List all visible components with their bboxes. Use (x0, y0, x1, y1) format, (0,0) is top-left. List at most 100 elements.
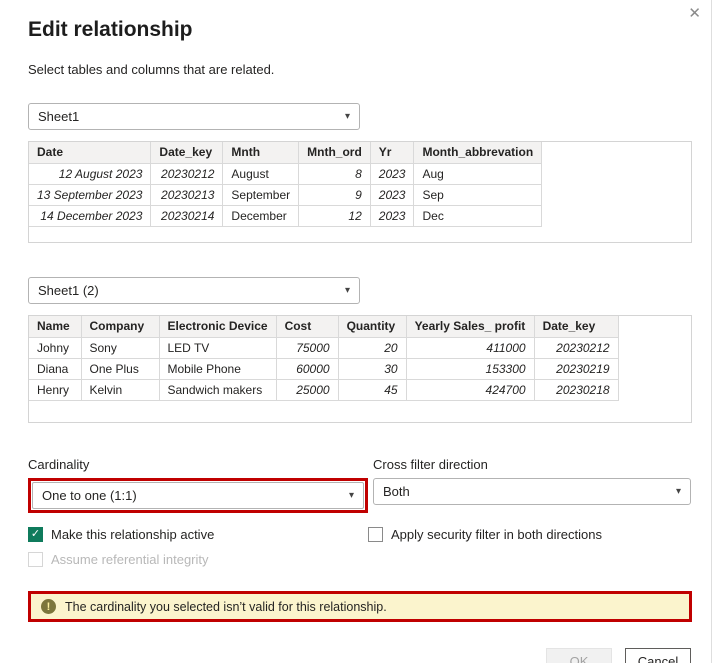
table-cell[interactable]: 12 August 2023 (29, 163, 151, 184)
table-cell[interactable]: September (223, 184, 299, 205)
table2-selector[interactable]: Sheet1 (2) ▾ (28, 277, 360, 304)
table-row: DianaOne PlusMobile Phone600003015330020… (29, 358, 618, 379)
cardinality-highlight: One to one (1:1) ▾ (28, 478, 368, 513)
ok-button[interactable]: OK (546, 648, 612, 663)
table-cell[interactable]: 20230212 (534, 337, 618, 358)
table-cell[interactable]: 9 (299, 184, 371, 205)
table-cell[interactable]: Johny (29, 337, 81, 358)
table-cell[interactable]: 153300 (406, 358, 534, 379)
table1-grid: DateDate_keyMnthMnth_ordYrMonth_abbrevat… (29, 142, 542, 227)
dialog-footer: OK Cancel (28, 648, 691, 663)
table-cell[interactable]: 20230213 (151, 184, 223, 205)
column-header[interactable]: Company (81, 316, 159, 337)
warning-icon: ! (41, 599, 56, 614)
chevron-down-icon: ▾ (345, 111, 350, 122)
table2-grid: NameCompanyElectronic DeviceCostQuantity… (29, 316, 619, 401)
table-cell[interactable]: 25000 (276, 379, 338, 400)
table-cell[interactable]: 2023 (370, 184, 414, 205)
table-row: 13 September 202320230213September92023S… (29, 184, 542, 205)
table-cell[interactable]: Aug (414, 163, 542, 184)
table-cell[interactable]: Dec (414, 205, 542, 226)
dialog-subtitle: Select tables and columns that are relat… (28, 62, 691, 77)
table-cell[interactable]: Diana (29, 358, 81, 379)
warning-text: The cardinality you selected isn’t valid… (65, 600, 387, 614)
checkbox-make-active[interactable]: ✓ Make this relationship active (28, 527, 368, 542)
header-row: DateDate_keyMnthMnth_ordYrMonth_abbrevat… (29, 142, 542, 163)
column-header[interactable]: Yearly Sales_ profit (406, 316, 534, 337)
close-icon[interactable]: ✕ (684, 2, 705, 24)
checkbox-icon[interactable]: ✓ (368, 527, 383, 542)
chevron-down-icon: ▾ (345, 285, 350, 296)
table-cell[interactable]: Sony (81, 337, 159, 358)
check-icon: ✓ (31, 529, 40, 540)
column-header[interactable]: Quantity (338, 316, 406, 337)
table-cell[interactable]: 13 September 2023 (29, 184, 151, 205)
table-cell[interactable]: Mobile Phone (159, 358, 276, 379)
cross-filter-value: Both (383, 484, 410, 499)
column-header[interactable]: Electronic Device (159, 316, 276, 337)
table1-selector[interactable]: Sheet1 ▾ (28, 103, 360, 130)
table-cell[interactable]: 20230218 (534, 379, 618, 400)
checkbox-icon[interactable]: ✓ (28, 527, 43, 542)
table-cell[interactable]: 14 December 2023 (29, 205, 151, 226)
chevron-down-icon: ▾ (349, 490, 354, 501)
table-cell[interactable]: 8 (299, 163, 371, 184)
table-cell[interactable]: LED TV (159, 337, 276, 358)
table-cell[interactable]: 2023 (370, 163, 414, 184)
table2-selector-value: Sheet1 (2) (38, 283, 99, 298)
cardinality-label: Cardinality (28, 457, 373, 472)
table-row: HenryKelvinSandwich makers25000454247002… (29, 379, 618, 400)
checkbox-section: ✓ Make this relationship active ✓ Apply … (28, 527, 691, 567)
table-cell[interactable]: Sandwich makers (159, 379, 276, 400)
checkbox-label: Make this relationship active (51, 527, 214, 542)
table-row: 14 December 202320230214December122023De… (29, 205, 542, 226)
table-cell[interactable]: Sep (414, 184, 542, 205)
checkbox-label: Assume referential integrity (51, 552, 209, 567)
cross-filter-dropdown[interactable]: Both ▾ (373, 478, 691, 505)
column-header[interactable]: Date_key (534, 316, 618, 337)
table1-preview: DateDate_keyMnthMnth_ordYrMonth_abbrevat… (28, 141, 692, 243)
checkbox-referential-integrity: ✓ Assume referential integrity (28, 552, 691, 567)
table-cell[interactable]: 424700 (406, 379, 534, 400)
column-header[interactable]: Month_abbrevation (414, 142, 542, 163)
column-header[interactable]: Date_key (151, 142, 223, 163)
table2-preview: NameCompanyElectronic DeviceCostQuantity… (28, 315, 692, 423)
checkbox-icon: ✓ (28, 552, 43, 567)
checkbox-label: Apply security filter in both directions (391, 527, 602, 542)
header-row: NameCompanyElectronic DeviceCostQuantity… (29, 316, 618, 337)
edit-relationship-dialog: ✕ Edit relationship Select tables and co… (0, 0, 712, 663)
table-cell[interactable]: August (223, 163, 299, 184)
table-cell[interactable]: 20230214 (151, 205, 223, 226)
relationship-options: Cardinality One to one (1:1) ▾ Cross fil… (28, 457, 691, 513)
table-row: JohnySonyLED TV750002041100020230212 (29, 337, 618, 358)
table-cell[interactable]: 12 (299, 205, 371, 226)
table-cell[interactable]: December (223, 205, 299, 226)
column-header[interactable]: Name (29, 316, 81, 337)
table-cell[interactable]: 45 (338, 379, 406, 400)
column-header[interactable]: Mnth_ord (299, 142, 371, 163)
cardinality-value: One to one (1:1) (42, 488, 137, 503)
table-cell[interactable]: Kelvin (81, 379, 159, 400)
warning-highlight: ! The cardinality you selected isn’t val… (28, 591, 692, 622)
table-cell[interactable]: Henry (29, 379, 81, 400)
table-cell[interactable]: 75000 (276, 337, 338, 358)
table-cell[interactable]: 60000 (276, 358, 338, 379)
column-header[interactable]: Yr (370, 142, 414, 163)
table-cell[interactable]: 20230219 (534, 358, 618, 379)
table1-selector-value: Sheet1 (38, 109, 79, 124)
table-cell[interactable]: One Plus (81, 358, 159, 379)
checkbox-security-filter[interactable]: ✓ Apply security filter in both directio… (368, 527, 602, 542)
table-cell[interactable]: 20230212 (151, 163, 223, 184)
table-row: 12 August 202320230212August82023Aug (29, 163, 542, 184)
column-header[interactable]: Cost (276, 316, 338, 337)
table-cell[interactable]: 2023 (370, 205, 414, 226)
table-cell[interactable]: 30 (338, 358, 406, 379)
table-cell[interactable]: 411000 (406, 337, 534, 358)
column-header[interactable]: Date (29, 142, 151, 163)
column-header[interactable]: Mnth (223, 142, 299, 163)
dialog-title: Edit relationship (28, 18, 691, 42)
chevron-down-icon: ▾ (676, 486, 681, 497)
cancel-button[interactable]: Cancel (625, 648, 691, 663)
table-cell[interactable]: 20 (338, 337, 406, 358)
cardinality-dropdown[interactable]: One to one (1:1) ▾ (32, 482, 364, 509)
